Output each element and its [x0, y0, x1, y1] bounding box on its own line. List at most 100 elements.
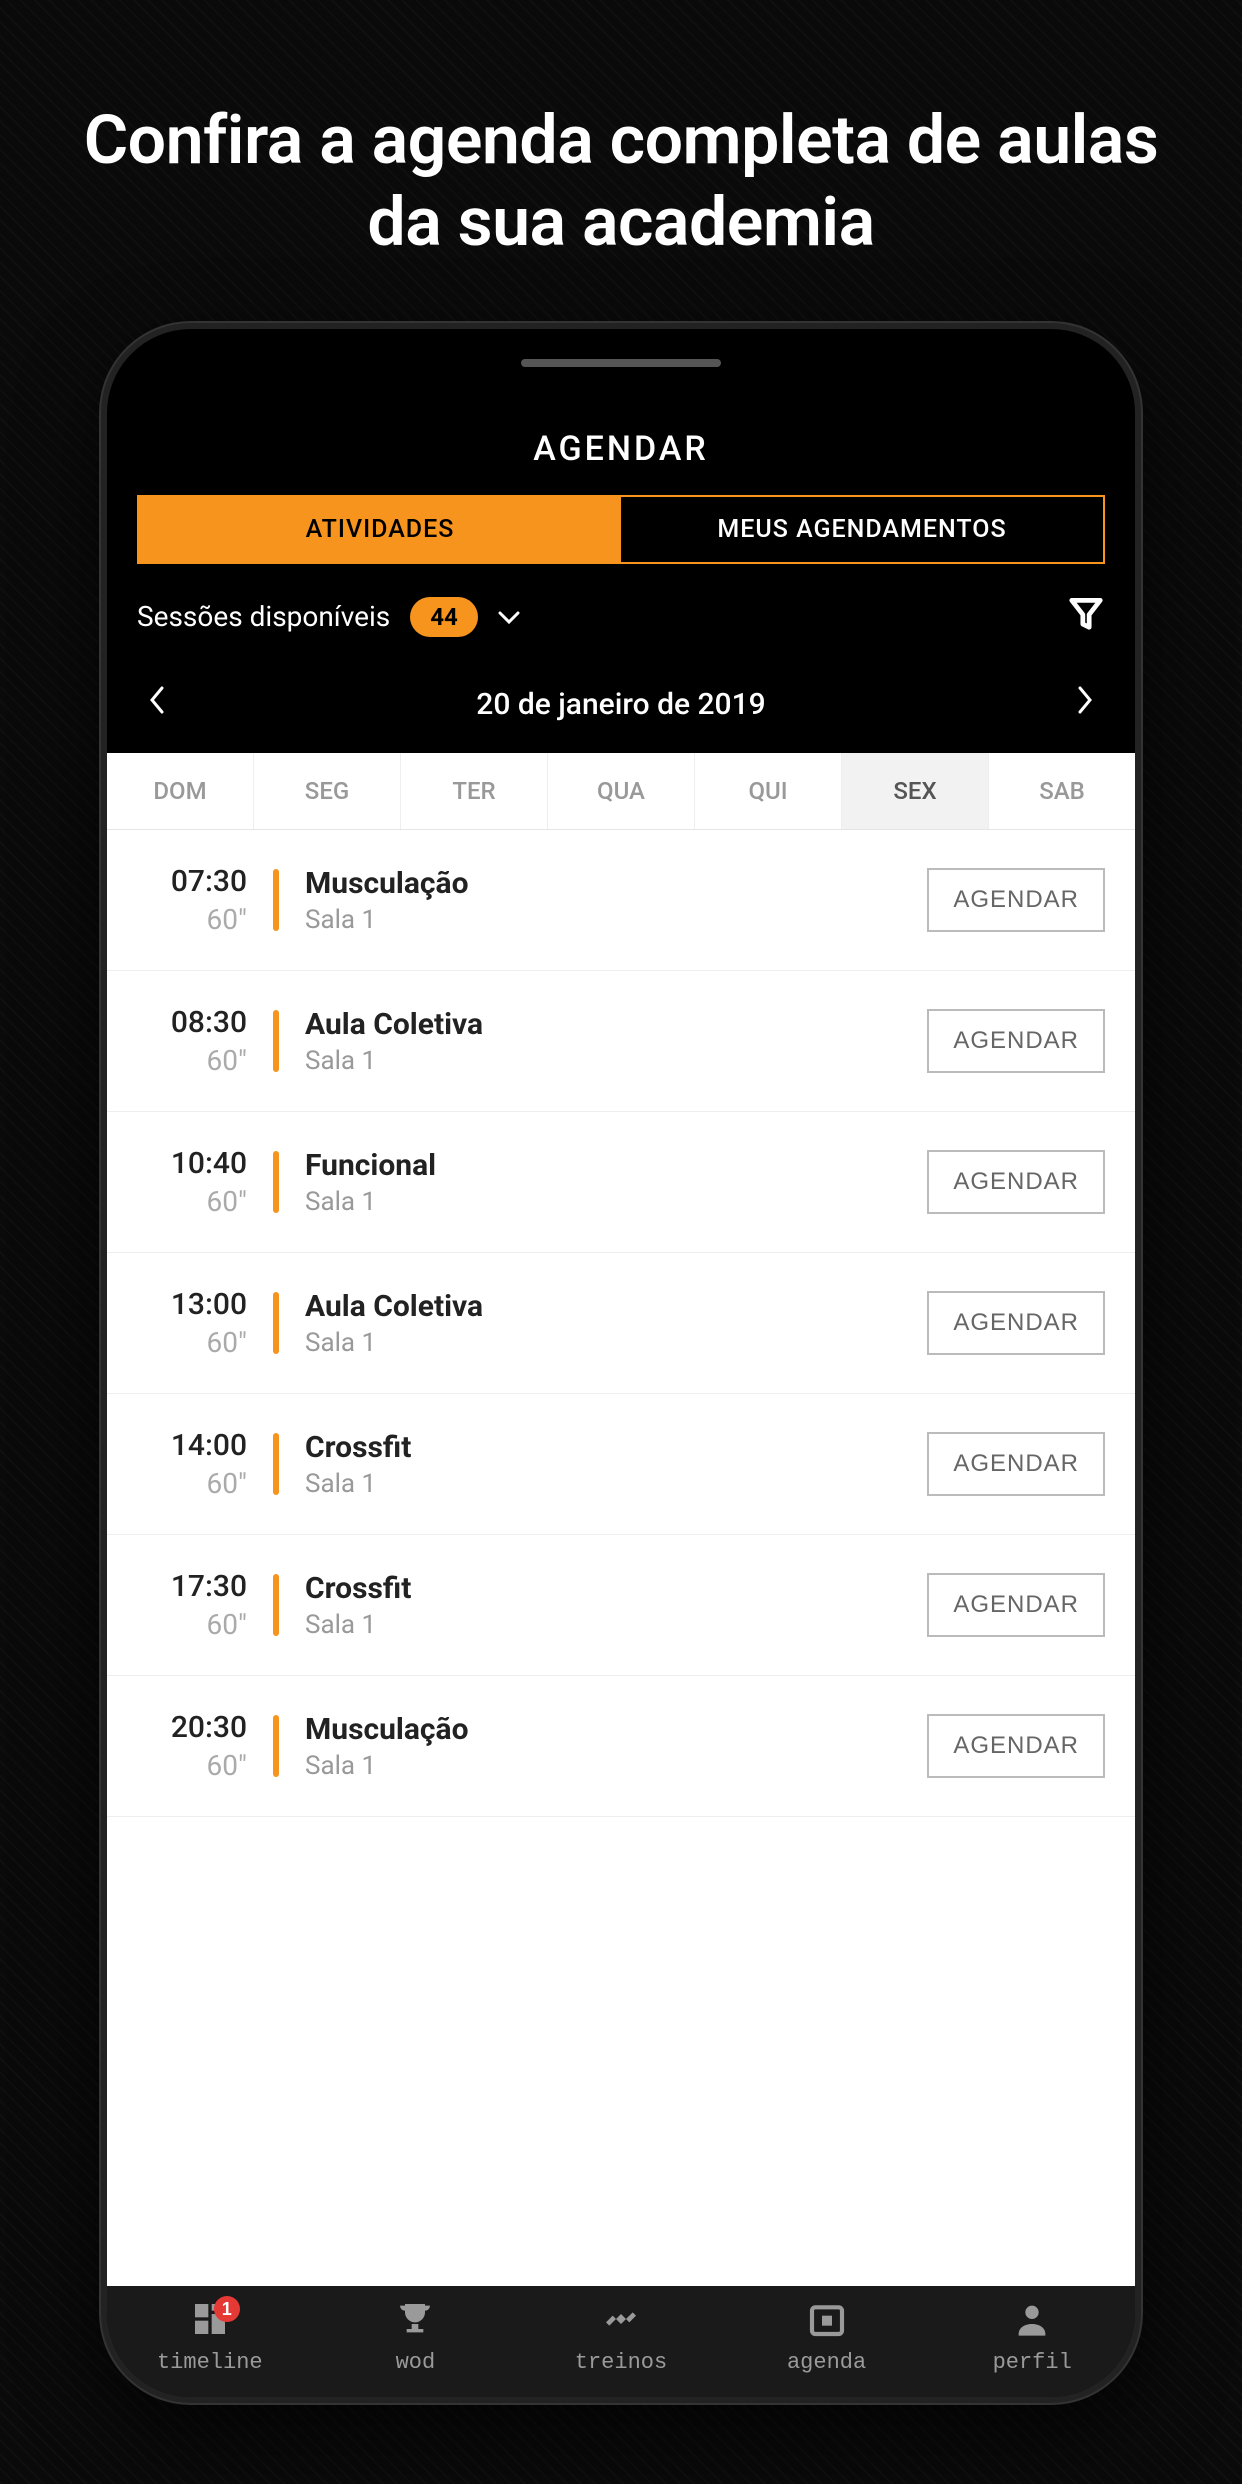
session-duration: 60": [137, 1044, 247, 1077]
nav-timeline[interactable]: 1 timeline: [107, 2300, 313, 2375]
session-row: 20:30 60" Musculação Sala 1 AGENDAR: [107, 1676, 1135, 1817]
session-accent-bar: [273, 869, 279, 931]
session-room: Sala 1: [305, 1046, 901, 1076]
nav-agenda[interactable]: agenda: [724, 2300, 930, 2375]
session-row: 13:00 60" Aula Coletiva Sala 1 AGENDAR: [107, 1253, 1135, 1394]
session-time: 07:30: [137, 864, 247, 899]
session-info: Funcional Sala 1: [305, 1148, 901, 1217]
prev-date-button[interactable]: [147, 683, 167, 725]
session-title: Aula Coletiva: [305, 1289, 901, 1324]
schedule-button[interactable]: AGENDAR: [927, 1009, 1105, 1073]
tab-my-bookings[interactable]: MEUS AGENDAMENTOS: [621, 497, 1103, 562]
day-tab-sab[interactable]: SAB: [989, 753, 1135, 829]
available-sessions-label: Sessões disponíveis: [137, 600, 390, 633]
session-room: Sala 1: [305, 1469, 901, 1499]
session-room: Sala 1: [305, 1610, 901, 1640]
schedule-button[interactable]: AGENDAR: [927, 1432, 1105, 1496]
notification-badge: 1: [214, 2296, 240, 2322]
session-row: 07:30 60" Musculação Sala 1 AGENDAR: [107, 830, 1135, 971]
session-time: 13:00: [137, 1287, 247, 1322]
session-title: Aula Coletiva: [305, 1007, 901, 1042]
session-time: 08:30: [137, 1005, 247, 1040]
promo-headline: Confira a agenda completa de aulas da su…: [0, 0, 1242, 323]
chevron-down-icon[interactable]: [498, 603, 520, 631]
filter-icon[interactable]: [1067, 594, 1105, 639]
session-time-col: 10:40 60": [137, 1146, 247, 1218]
date-navigator: 20 de janeiro de 2019: [107, 659, 1135, 753]
day-tab-ter[interactable]: TER: [401, 753, 548, 829]
session-room: Sala 1: [305, 1328, 901, 1358]
session-time-col: 13:00 60": [137, 1287, 247, 1359]
person-icon: [1012, 2299, 1052, 2346]
schedule-button[interactable]: AGENDAR: [927, 1291, 1105, 1355]
session-room: Sala 1: [305, 905, 901, 935]
session-room: Sala 1: [305, 1751, 901, 1781]
weekday-tabs: DOMSEGTERQUAQUISEXSAB: [107, 753, 1135, 830]
nav-perfil-label: perfil: [929, 2350, 1135, 2375]
session-info: Crossfit Sala 1: [305, 1571, 901, 1640]
session-accent-bar: [273, 1433, 279, 1495]
session-time: 20:30: [137, 1710, 247, 1745]
nav-agenda-label: agenda: [724, 2350, 930, 2375]
session-accent-bar: [273, 1010, 279, 1072]
dumbbell-icon: [601, 2299, 641, 2346]
session-room: Sala 1: [305, 1187, 901, 1217]
session-time: 14:00: [137, 1428, 247, 1463]
schedule-button[interactable]: AGENDAR: [927, 1573, 1105, 1637]
session-accent-bar: [273, 1715, 279, 1777]
next-date-button[interactable]: [1075, 683, 1095, 725]
session-accent-bar: [273, 1574, 279, 1636]
day-tab-seg[interactable]: SEG: [254, 753, 401, 829]
session-duration: 60": [137, 1608, 247, 1641]
session-accent-bar: [273, 1292, 279, 1354]
session-title: Crossfit: [305, 1571, 901, 1606]
session-title: Funcional: [305, 1148, 901, 1183]
current-date-label: 20 de janeiro de 2019: [476, 687, 765, 722]
nav-treinos-label: treinos: [518, 2350, 724, 2375]
session-time-col: 07:30 60": [137, 864, 247, 936]
session-row: 08:30 60" Aula Coletiva Sala 1 AGENDAR: [107, 971, 1135, 1112]
session-title: Crossfit: [305, 1430, 901, 1465]
session-info: Aula Coletiva Sala 1: [305, 1007, 901, 1076]
session-row: 17:30 60" Crossfit Sala 1 AGENDAR: [107, 1535, 1135, 1676]
nav-perfil[interactable]: perfil: [929, 2300, 1135, 2375]
schedule-button[interactable]: AGENDAR: [927, 1714, 1105, 1778]
day-tab-dom[interactable]: DOM: [107, 753, 254, 829]
session-duration: 60": [137, 1185, 247, 1218]
day-tab-sex[interactable]: SEX: [842, 753, 989, 829]
session-list[interactable]: 07:30 60" Musculação Sala 1 AGENDAR 08:3…: [107, 830, 1135, 2286]
session-duration: 60": [137, 1326, 247, 1359]
calendar-icon: [807, 2299, 847, 2346]
session-row: 10:40 60" Funcional Sala 1 AGENDAR: [107, 1112, 1135, 1253]
bottom-nav: 1 timeline wod treinos: [107, 2286, 1135, 2397]
day-tab-qui[interactable]: QUI: [695, 753, 842, 829]
day-tab-qua[interactable]: QUA: [548, 753, 695, 829]
app-screen: AGENDAR ATIVIDADES MEUS AGENDAMENTOS Ses…: [107, 329, 1135, 2397]
nav-treinos[interactable]: treinos: [518, 2300, 724, 2375]
session-info: Musculação Sala 1: [305, 1712, 901, 1781]
filter-row: Sessões disponíveis 44: [107, 564, 1135, 659]
nav-wod[interactable]: wod: [313, 2300, 519, 2375]
schedule-button[interactable]: AGENDAR: [927, 1150, 1105, 1214]
page-title: AGENDAR: [107, 399, 1135, 495]
session-time: 17:30: [137, 1569, 247, 1604]
session-info: Crossfit Sala 1: [305, 1430, 901, 1499]
session-duration: 60": [137, 1749, 247, 1782]
session-time-col: 17:30 60": [137, 1569, 247, 1641]
session-duration: 60": [137, 1467, 247, 1500]
session-count-badge: 44: [410, 597, 478, 637]
session-time: 10:40: [137, 1146, 247, 1181]
phone-frame: AGENDAR ATIVIDADES MEUS AGENDAMENTOS Ses…: [101, 323, 1141, 2403]
session-row: 14:00 60" Crossfit Sala 1 AGENDAR: [107, 1394, 1135, 1535]
schedule-button[interactable]: AGENDAR: [927, 868, 1105, 932]
nav-timeline-label: timeline: [107, 2350, 313, 2375]
session-info: Musculação Sala 1: [305, 866, 901, 935]
session-accent-bar: [273, 1151, 279, 1213]
session-time-col: 14:00 60": [137, 1428, 247, 1500]
tab-activities[interactable]: ATIVIDADES: [139, 497, 621, 562]
session-time-col: 08:30 60": [137, 1005, 247, 1077]
session-title: Musculação: [305, 1712, 901, 1747]
session-time-col: 20:30 60": [137, 1710, 247, 1782]
segmented-tabs: ATIVIDADES MEUS AGENDAMENTOS: [137, 495, 1105, 564]
nav-wod-label: wod: [313, 2350, 519, 2375]
